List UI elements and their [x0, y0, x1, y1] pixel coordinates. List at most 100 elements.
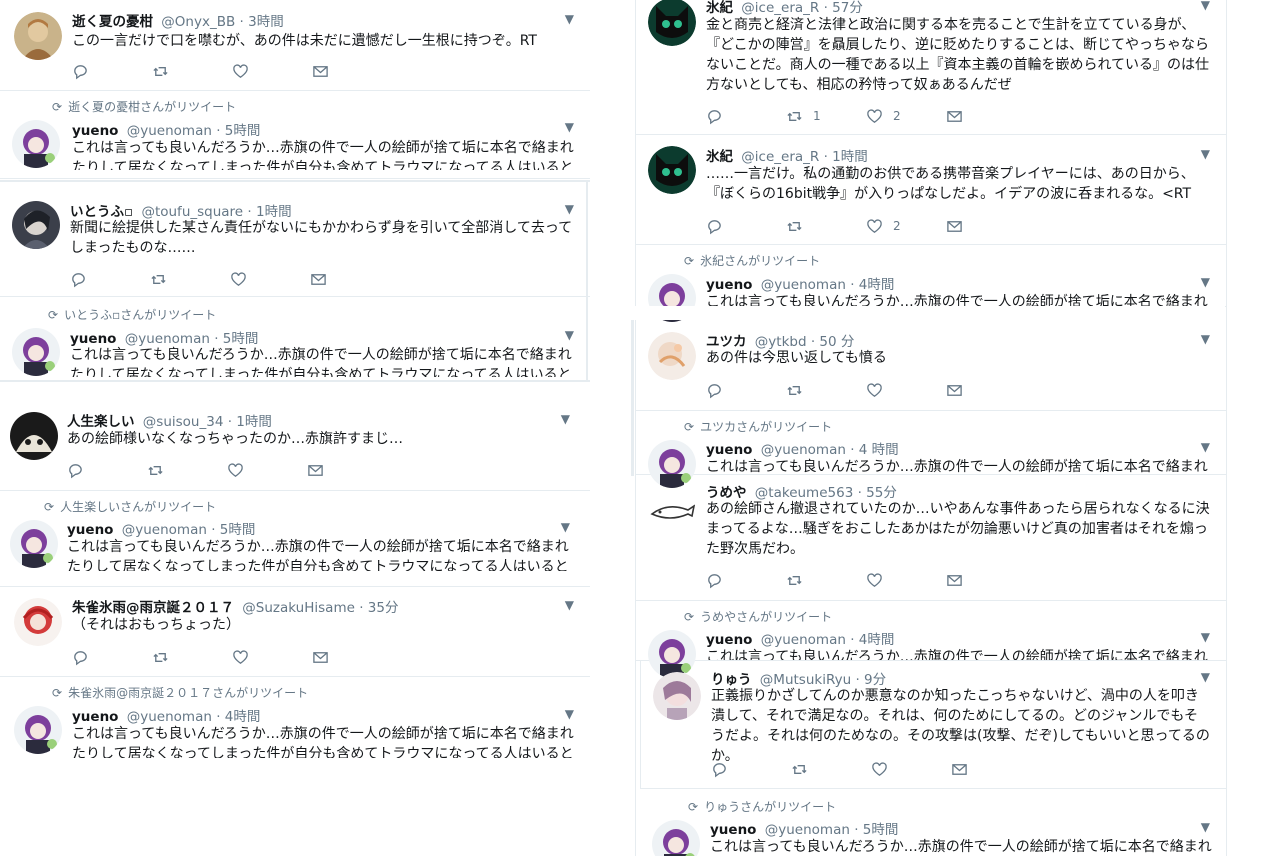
- display-name[interactable]: yueno: [706, 442, 752, 458]
- chevron-down-icon[interactable]: ▼: [565, 202, 574, 216]
- reply-icon[interactable]: [706, 381, 786, 399]
- handle[interactable]: @yuenoman: [127, 709, 212, 725]
- handle[interactable]: @ice_era_R: [741, 0, 819, 16]
- like-icon[interactable]: [866, 381, 946, 399]
- reply-icon[interactable]: [67, 461, 147, 479]
- like-icon[interactable]: [866, 571, 946, 589]
- reply-icon[interactable]: [706, 217, 786, 235]
- retweet-icon[interactable]: [150, 270, 230, 288]
- timestamp[interactable]: · 5時間: [216, 123, 260, 139]
- message-icon[interactable]: [312, 62, 392, 80]
- message-icon[interactable]: [946, 571, 1026, 589]
- avatar[interactable]: [14, 12, 62, 60]
- reply-icon[interactable]: [711, 760, 791, 778]
- timestamp[interactable]: · 35分: [359, 600, 398, 616]
- retweeted-by[interactable]: りゅうさんがリツイート: [704, 800, 836, 814]
- chevron-down-icon[interactable]: ▼: [1201, 332, 1210, 346]
- tweet[interactable]: ⟳ 人生楽しいさんがリツイート yueno @yuenoman · 5時間 ▼ こ…: [0, 490, 590, 587]
- timestamp[interactable]: · 3時間: [240, 14, 284, 30]
- chevron-down-icon[interactable]: ▼: [565, 707, 574, 721]
- message-icon[interactable]: [310, 270, 390, 288]
- message-icon[interactable]: [946, 381, 1026, 399]
- retweet-icon[interactable]: [152, 62, 232, 80]
- tweet[interactable]: ⟳ ユツカさんがリツイート yueno @yuenoman · 4 時間 ▼ これ…: [636, 410, 1226, 488]
- message-icon[interactable]: [951, 760, 1031, 778]
- reply-icon[interactable]: [72, 62, 152, 80]
- chevron-down-icon[interactable]: ▼: [561, 520, 570, 534]
- avatar[interactable]: [14, 706, 62, 754]
- chevron-down-icon[interactable]: ▼: [561, 412, 570, 426]
- avatar[interactable]: [648, 146, 696, 194]
- display-name[interactable]: 逝く夏の憂柑: [72, 14, 153, 30]
- retweeted-by[interactable]: うめやさんがリツイート: [700, 610, 832, 624]
- retweeted-by[interactable]: ユツカさんがリツイート: [700, 420, 832, 434]
- handle[interactable]: @Onyx_BB: [161, 14, 235, 30]
- timestamp[interactable]: · 57分: [824, 0, 863, 16]
- avatar[interactable]: [12, 201, 60, 249]
- display-name[interactable]: yueno: [67, 522, 113, 538]
- timestamp[interactable]: · 1時間: [228, 414, 272, 430]
- retweet-icon[interactable]: [786, 381, 866, 399]
- retweet-icon[interactable]: [786, 217, 866, 235]
- tweet[interactable]: 氷紀 @ice_era_R · 1時間 ▼ ……一言だけ。私の通勤のお供である携…: [636, 134, 1226, 245]
- like-icon[interactable]: [871, 760, 951, 778]
- tweet[interactable]: 氷紀 @ice_era_R · 57分 ▼ 金と商売と経済と法律と政治に関する本…: [636, 0, 1226, 135]
- timestamp[interactable]: · 4時間: [216, 709, 260, 725]
- chevron-down-icon[interactable]: ▼: [1201, 275, 1210, 289]
- retweet-button[interactable]: 1: [786, 107, 866, 125]
- display-name[interactable]: 氷紀: [706, 149, 733, 165]
- avatar[interactable]: [648, 488, 696, 536]
- timestamp[interactable]: · 4時間: [850, 632, 894, 648]
- tweet[interactable]: ⟳ うめやさんがリツイート yueno @yuenoman · 4時間 ▼ これは…: [636, 600, 1226, 678]
- message-icon[interactable]: [312, 648, 392, 666]
- tweet[interactable]: ユツカ @ytkbd · 50 分 ▼ あの件は今思い返しても憤る: [636, 320, 1226, 411]
- timestamp[interactable]: · 5時間: [854, 822, 898, 838]
- avatar[interactable]: [10, 520, 58, 568]
- tweet[interactable]: いとうふ▫ @toufu_square · 1時間 ▼ 新聞に絵提供した某さん責…: [0, 190, 590, 297]
- retweet-icon[interactable]: [152, 648, 232, 666]
- timestamp[interactable]: · 4時間: [850, 277, 894, 293]
- display-name[interactable]: 氷紀: [706, 0, 733, 16]
- retweeted-by[interactable]: 氷紀さんがリツイート: [700, 254, 820, 268]
- chevron-down-icon[interactable]: ▼: [565, 598, 574, 612]
- tweet[interactable]: ⟳ 朱雀氷雨@雨京誕２０１７さんがリツイート yueno @yuenoman · …: [0, 676, 590, 760]
- chevron-down-icon[interactable]: ▼: [565, 120, 574, 134]
- reply-icon[interactable]: [72, 648, 152, 666]
- avatar[interactable]: [652, 820, 700, 856]
- retweet-icon[interactable]: [147, 461, 227, 479]
- chevron-down-icon[interactable]: ▼: [1201, 147, 1210, 161]
- like-icon[interactable]: [232, 648, 312, 666]
- avatar[interactable]: [653, 672, 701, 720]
- tweet[interactable]: 朱雀氷雨@雨京誕２０１７ @SuzakuHisame · 35分 ▼ （それはお…: [0, 588, 590, 677]
- timestamp[interactable]: · 4 時間: [850, 442, 898, 458]
- handle[interactable]: @suisou_34: [143, 414, 224, 430]
- display-name[interactable]: yueno: [72, 709, 118, 725]
- retweeted-by[interactable]: いとうふ▫さんがリツイート: [64, 308, 216, 322]
- tweet[interactable]: うめや @takeume563 · 55分 あの絵師さん撤退されていたのか…いや…: [636, 474, 1226, 601]
- chevron-down-icon[interactable]: ▼: [565, 328, 574, 342]
- retweeted-by[interactable]: 人生楽しいさんがリツイート: [60, 500, 216, 514]
- display-name[interactable]: yueno: [706, 632, 752, 648]
- handle[interactable]: @yuenoman: [122, 522, 207, 538]
- reply-icon[interactable]: [70, 270, 150, 288]
- handle[interactable]: @yuenoman: [127, 123, 212, 139]
- handle[interactable]: @SuzakuHisame: [242, 600, 355, 616]
- avatar[interactable]: [12, 120, 60, 168]
- like-icon[interactable]: [232, 62, 312, 80]
- handle[interactable]: @yuenoman: [761, 277, 846, 293]
- like-icon[interactable]: [227, 461, 307, 479]
- retweeted-by[interactable]: 逝く夏の憂柑さんがリツイート: [68, 100, 236, 114]
- avatar[interactable]: [648, 0, 696, 46]
- tweet[interactable]: ⟳ りゅうさんがリツイート yueno @yuenoman · 5時間 ▼ これは…: [640, 790, 1226, 856]
- display-name[interactable]: 人生楽しい: [67, 414, 135, 430]
- message-icon[interactable]: [946, 107, 1026, 125]
- retweet-icon[interactable]: [791, 760, 871, 778]
- chevron-down-icon[interactable]: ▼: [565, 12, 574, 26]
- handle[interactable]: @yuenoman: [765, 822, 850, 838]
- like-icon[interactable]: [230, 270, 310, 288]
- tweet[interactable]: ⟳ 氷紀さんがリツイート yueno @yuenoman · 4時間 ▼ これは言…: [636, 244, 1226, 322]
- chevron-down-icon[interactable]: ▼: [1201, 820, 1210, 834]
- handle[interactable]: @yuenoman: [761, 632, 846, 648]
- chevron-down-icon[interactable]: ▼: [1201, 0, 1210, 12]
- avatar[interactable]: [14, 598, 62, 646]
